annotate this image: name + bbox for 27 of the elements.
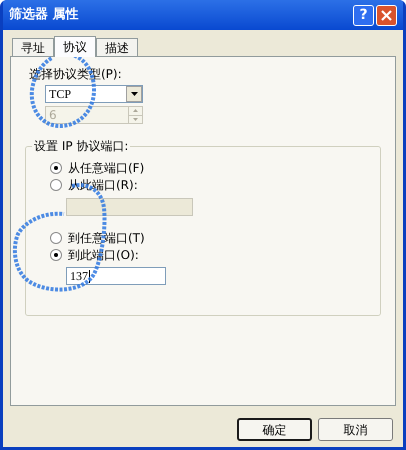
dropdown-value: TCP xyxy=(48,86,72,103)
radio-button[interactable] xyxy=(50,178,62,190)
up-arrow-icon xyxy=(133,109,138,112)
spinner-value: 6 xyxy=(48,107,58,124)
down-arrow-icon xyxy=(133,118,138,121)
radio-button[interactable] xyxy=(50,232,62,244)
tab[interactable]: 协议 xyxy=(54,36,96,57)
to-port-field[interactable]: 137 xyxy=(66,267,166,285)
help-button[interactable]: ? xyxy=(353,4,374,26)
radio-label: 到任意端口(T) xyxy=(68,230,145,246)
dialog-button[interactable]: 确定 xyxy=(237,418,312,441)
port-value: 137 xyxy=(70,270,90,282)
group-title: 设置 IP 协议端口: xyxy=(32,139,130,153)
radio-label: 从任意端口(F) xyxy=(68,160,144,176)
close-button[interactable] xyxy=(376,4,397,26)
caret-icon xyxy=(130,92,138,96)
dialog-button[interactable]: 取消 xyxy=(318,418,393,441)
tab[interactable]: 寻址 xyxy=(12,38,54,56)
window-title: 筛选器 属性 xyxy=(9,6,80,24)
protocol-dropdown[interactable]: TCP xyxy=(45,85,143,103)
radio-label: 到此端口(O): xyxy=(68,246,139,264)
radio-button[interactable] xyxy=(50,162,62,174)
tab[interactable]: 描述 xyxy=(96,38,138,56)
dropdown-button[interactable] xyxy=(126,86,142,102)
radio-button[interactable] xyxy=(50,248,62,260)
spin-up-button[interactable] xyxy=(129,107,142,116)
close-icon xyxy=(381,10,392,20)
